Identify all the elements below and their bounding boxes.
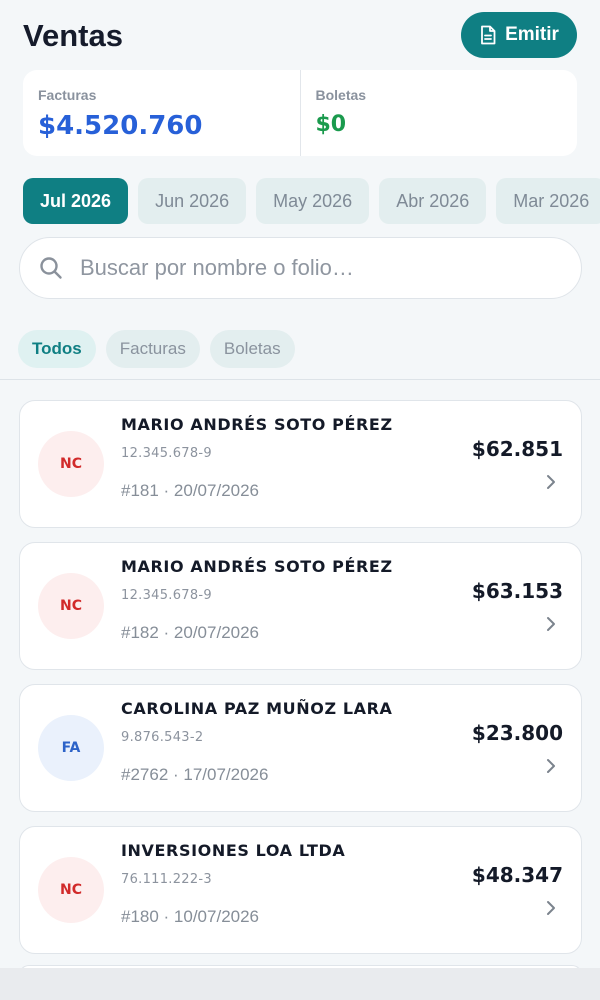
month-tab[interactable]: Abr 2026	[379, 178, 487, 224]
month-tab[interactable]: Jun 2026	[138, 178, 247, 224]
document-type-badge: NC	[38, 431, 104, 497]
document-amount: $23.800	[471, 721, 563, 745]
boletas-summary: Boletas $0	[299, 70, 578, 156]
filter-chip-facturas[interactable]: Facturas	[105, 330, 200, 368]
client-name: MARIO ANDRÉS SOTO PÉREZ	[121, 557, 393, 576]
facturas-summary: Facturas $4.520.760	[23, 70, 300, 156]
document-icon	[481, 25, 496, 45]
client-name: CAROLINA PAZ MUÑOZ LARA	[121, 699, 393, 718]
document-card[interactable]: NC MARIO ANDRÉS SOTO PÉREZ 12.345.678-9 …	[19, 542, 582, 670]
emit-button[interactable]: Emitir	[461, 12, 577, 58]
documents-list: NC MARIO ANDRÉS SOTO PÉREZ 12.345.678-9 …	[19, 400, 582, 968]
chevron-right-icon	[547, 901, 555, 915]
filter-chip-todos[interactable]: Todos	[18, 330, 96, 368]
facturas-summary-label: Facturas	[38, 87, 97, 103]
month-tab[interactable]: Mar 2026	[496, 178, 600, 224]
search-input[interactable]	[80, 255, 550, 281]
search-icon	[40, 257, 62, 279]
folio-date: #2762 · 17/07/2026	[121, 765, 269, 784]
document-amount: $48.347	[471, 863, 563, 887]
folio-date: #181 · 20/07/2026	[121, 481, 260, 500]
document-amount: $62.851	[471, 437, 563, 461]
document-card[interactable]: NC MARIO ANDRÉS SOTO PÉREZ 12.345.678-9 …	[19, 400, 582, 528]
document-type-filters: Todos Facturas Boletas	[18, 330, 295, 368]
search-bar	[19, 237, 582, 299]
chevron-right-icon	[547, 759, 555, 773]
folio-date: #182 · 20/07/2026	[121, 623, 260, 642]
client-name: MARIO ANDRÉS SOTO PÉREZ	[121, 415, 393, 434]
month-tab[interactable]: Jul 2026	[23, 178, 129, 224]
client-rut: 76.111.222-3	[121, 872, 212, 887]
document-type-badge: NC	[38, 573, 104, 639]
document-type-badge: NC	[38, 857, 104, 923]
folio-date: #180 · 10/07/2026	[121, 907, 260, 926]
document-amount: $63.153	[471, 579, 563, 603]
document-card[interactable]: FA CAROLINA PAZ MUÑOZ LARA 9.876.543-2 #…	[19, 684, 582, 812]
month-selector: Jul 2026 Jun 2026 May 2026 Abr 2026 Mar …	[23, 178, 600, 224]
document-type-badge: FA	[38, 715, 104, 781]
client-rut: 12.345.678-9	[121, 588, 212, 603]
client-rut: 9.876.543-2	[121, 730, 204, 745]
boletas-summary-value: $0	[315, 112, 347, 137]
sales-summary: Facturas $4.520.760 Boletas $0	[23, 70, 577, 156]
boletas-summary-label: Boletas	[315, 87, 367, 103]
document-card[interactable]: NC INVERSIONES LOA LTDA 76.111.222-3 #18…	[19, 826, 582, 954]
emit-button-label: Emitir	[505, 24, 559, 45]
chevron-right-icon	[547, 475, 555, 489]
client-rut: 12.345.678-9	[121, 446, 212, 461]
chevron-right-icon	[547, 617, 555, 631]
app-header: Ventas Emitir	[0, 0, 600, 70]
facturas-summary-value: $4.520.760	[38, 111, 203, 141]
page-title: Ventas	[23, 18, 123, 53]
bottom-bar	[0, 968, 600, 1000]
month-tab[interactable]: May 2026	[256, 178, 370, 224]
filter-chip-boletas[interactable]: Boletas	[209, 330, 295, 368]
section-divider	[0, 379, 600, 380]
client-name: INVERSIONES LOA LTDA	[121, 841, 346, 860]
